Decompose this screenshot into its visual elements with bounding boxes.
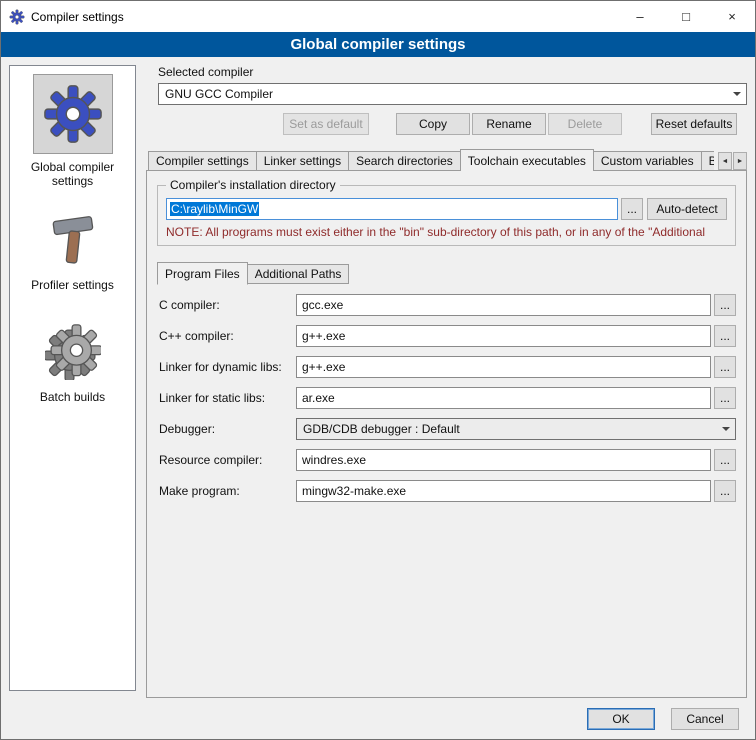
tab-scroll-right-icon[interactable]: ► <box>733 152 747 170</box>
tab-linker-settings[interactable]: Linker settings <box>256 151 349 171</box>
window-title: Compiler settings <box>31 10 124 24</box>
minimize-button[interactable]: – <box>617 1 663 32</box>
program-files-fields: C compiler: gcc.exe ... C++ compiler: g+… <box>159 294 736 502</box>
installation-directory-browse-button[interactable]: ... <box>621 198 643 220</box>
icon-box <box>33 208 113 272</box>
toolchain-executables-panel: Compiler's installation directory C:\ray… <box>146 170 747 698</box>
chevron-down-icon <box>717 419 735 439</box>
cpp-compiler-value: g++.exe <box>302 329 345 343</box>
make-program-input[interactable]: mingw32-make.exe <box>296 480 711 502</box>
profiler-tool-icon <box>45 212 101 268</box>
cpp-compiler-label: C++ compiler: <box>159 329 296 343</box>
copy-button[interactable]: Copy <box>396 113 470 135</box>
selected-compiler-dropdown[interactable]: GNU GCC Compiler <box>158 83 747 105</box>
static-linker-browse-button[interactable]: ... <box>714 387 736 409</box>
sidebar-item-profiler-settings[interactable]: Profiler settings <box>10 208 135 292</box>
delete-button[interactable]: Delete <box>548 113 622 135</box>
window-controls: – □ × <box>617 1 755 32</box>
icon-box <box>33 320 113 384</box>
tab-build-options[interactable]: Build <box>701 151 714 171</box>
c-compiler-label: C compiler: <box>159 298 296 312</box>
cancel-button[interactable]: Cancel <box>671 708 739 730</box>
ok-button[interactable]: OK <box>587 708 655 730</box>
rename-button[interactable]: Rename <box>472 113 546 135</box>
dynamic-linker-row: Linker for dynamic libs: g++.exe ... <box>159 356 736 378</box>
settings-category-list: Global compiler settings Profiler settin… <box>9 65 136 691</box>
make-program-row: Make program: mingw32-make.exe ... <box>159 480 736 502</box>
installation-directory-input[interactable]: C:\raylib\MinGW <box>166 198 618 220</box>
main-panel: Selected compiler GNU GCC Compiler Set a… <box>146 63 747 698</box>
dynamic-linker-browse-button[interactable]: ... <box>714 356 736 378</box>
chevron-down-icon <box>728 84 746 104</box>
compiler-settings-window: Compiler settings – □ × Global compiler … <box>0 0 756 740</box>
settings-tabstrip: Compiler settings Linker settings Search… <box>146 149 747 171</box>
tab-scroll-buttons: ◄ ► <box>718 152 747 170</box>
dialog-header-title: Global compiler settings <box>1 32 755 57</box>
make-program-browse-button[interactable]: ... <box>714 480 736 502</box>
sidebar-item-label: Global compiler settings <box>18 160 128 188</box>
tab-search-directories[interactable]: Search directories <box>348 151 461 171</box>
sidebar-item-global-compiler-settings[interactable]: Global compiler settings <box>10 74 135 188</box>
selected-category-highlight <box>33 74 113 154</box>
make-program-value: mingw32-make.exe <box>302 484 406 498</box>
close-button[interactable]: × <box>709 1 755 32</box>
sidebar-item-batch-builds[interactable]: Batch builds <box>10 320 135 404</box>
tab-program-files[interactable]: Program Files <box>157 262 248 285</box>
installation-directory-legend: Compiler's installation directory <box>166 178 340 192</box>
c-compiler-value: gcc.exe <box>302 298 343 312</box>
tab-custom-variables[interactable]: Custom variables <box>593 151 702 171</box>
static-linker-value: ar.exe <box>302 391 335 405</box>
app-gear-icon <box>9 9 25 25</box>
make-program-label: Make program: <box>159 484 296 498</box>
c-compiler-row: C compiler: gcc.exe ... <box>159 294 736 316</box>
gear-gray-icon <box>45 324 101 380</box>
static-linker-input[interactable]: ar.exe <box>296 387 711 409</box>
tab-additional-paths[interactable]: Additional Paths <box>247 264 350 284</box>
dynamic-linker-value: g++.exe <box>302 360 345 374</box>
static-linker-row: Linker for static libs: ar.exe ... <box>159 387 736 409</box>
static-linker-label: Linker for static libs: <box>159 391 296 405</box>
sidebar-item-label: Batch builds <box>18 390 128 404</box>
resource-compiler-label: Resource compiler: <box>159 453 296 467</box>
debugger-dropdown[interactable]: GDB/CDB debugger : Default <box>296 418 736 440</box>
reset-defaults-button[interactable]: Reset defaults <box>651 113 737 135</box>
titlebar: Compiler settings – □ × <box>1 1 755 32</box>
tabs-clip: Compiler settings Linker settings Search… <box>146 149 714 171</box>
installation-directory-value: C:\raylib\MinGW <box>170 202 259 216</box>
dynamic-linker-label: Linker for dynamic libs: <box>159 360 296 374</box>
installation-directory-row: C:\raylib\MinGW ... Auto-detect <box>166 198 727 220</box>
compiler-actions: Set as default Copy Rename Delete Reset … <box>146 113 747 135</box>
debugger-value: GDB/CDB debugger : Default <box>303 422 460 436</box>
maximize-button[interactable]: □ <box>663 1 709 32</box>
cpp-compiler-browse-button[interactable]: ... <box>714 325 736 347</box>
resource-compiler-row: Resource compiler: windres.exe ... <box>159 449 736 471</box>
tab-compiler-settings[interactable]: Compiler settings <box>148 151 257 171</box>
selected-compiler-value: GNU GCC Compiler <box>165 87 273 101</box>
program-files-tabstrip: Program Files Additional Paths <box>157 262 746 284</box>
c-compiler-browse-button[interactable]: ... <box>714 294 736 316</box>
dialog-footer: OK Cancel <box>587 708 739 730</box>
resource-compiler-value: windres.exe <box>302 453 366 467</box>
debugger-label: Debugger: <box>159 422 296 436</box>
cpp-compiler-input[interactable]: g++.exe <box>296 325 711 347</box>
resource-compiler-input[interactable]: windres.exe <box>296 449 711 471</box>
debugger-row: Debugger: GDB/CDB debugger : Default <box>159 418 736 440</box>
tab-scroll-left-icon[interactable]: ◄ <box>718 152 732 170</box>
bin-subdirectory-note: NOTE: All programs must exist either in … <box>166 225 727 239</box>
auto-detect-button[interactable]: Auto-detect <box>647 198 727 220</box>
dialog-body: Global compiler settings Profiler settin… <box>1 57 755 739</box>
set-as-default-button[interactable]: Set as default <box>283 113 369 135</box>
tab-toolchain-executables[interactable]: Toolchain executables <box>460 149 594 171</box>
cpp-compiler-row: C++ compiler: g++.exe ... <box>159 325 736 347</box>
gear-blue-icon <box>42 83 104 145</box>
selected-compiler-label: Selected compiler <box>158 65 747 79</box>
sidebar-item-label: Profiler settings <box>18 278 128 292</box>
installation-directory-groupbox: Compiler's installation directory C:\ray… <box>157 185 736 246</box>
resource-compiler-browse-button[interactable]: ... <box>714 449 736 471</box>
dynamic-linker-input[interactable]: g++.exe <box>296 356 711 378</box>
c-compiler-input[interactable]: gcc.exe <box>296 294 711 316</box>
